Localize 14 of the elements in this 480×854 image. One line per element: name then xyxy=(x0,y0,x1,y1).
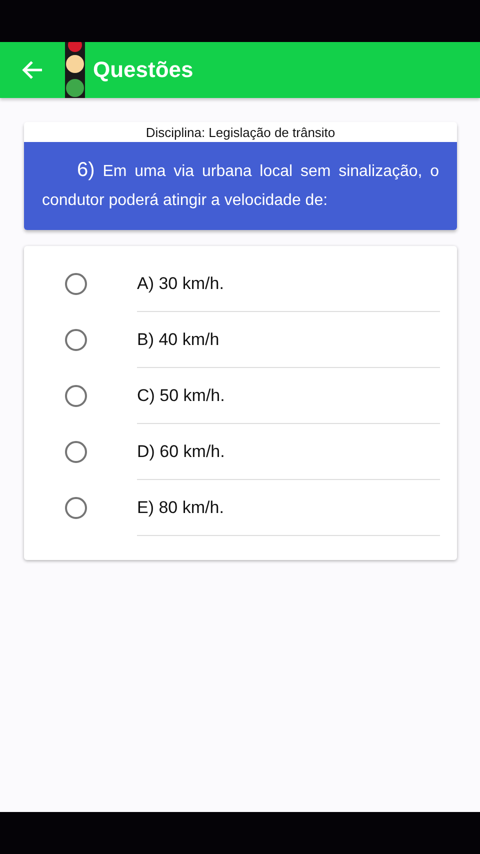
radio-button[interactable] xyxy=(65,273,87,295)
option-label[interactable]: D) 60 km/h. xyxy=(137,424,440,480)
question-text: 6) Em uma via urbana local sem sinalização, o condutor poderá atingir a velocidade de: xyxy=(24,142,457,230)
radio-button[interactable] xyxy=(65,329,87,351)
radio-button[interactable] xyxy=(65,497,87,519)
option-label[interactable]: A) 30 km/h. xyxy=(137,256,440,312)
traffic-light-icon xyxy=(63,42,87,98)
option-label[interactable]: C) 50 km/h. xyxy=(137,368,440,424)
screen-title: Questões xyxy=(93,57,194,83)
subject-label: Disciplina: Legislação de trânsito xyxy=(144,124,336,142)
radio-button[interactable] xyxy=(65,385,87,407)
radio-button[interactable] xyxy=(65,441,87,463)
option-label[interactable]: E) 80 km/h. xyxy=(137,480,440,536)
option-label[interactable]: B) 40 km/h xyxy=(137,312,440,368)
